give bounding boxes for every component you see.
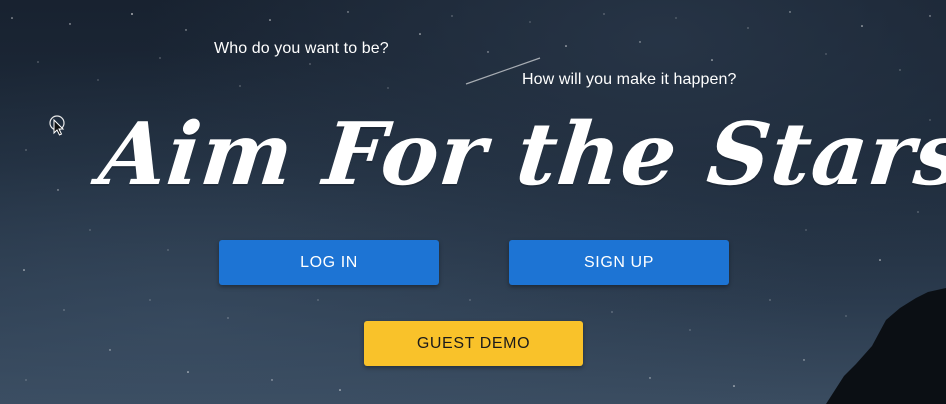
hero-title: Aim For the Stars. xyxy=(94,104,946,205)
guest-demo-button[interactable]: GUEST DEMO xyxy=(364,321,583,366)
mouse-cursor-icon xyxy=(49,115,65,136)
tagline-how: How will you make it happen? xyxy=(522,71,737,88)
tagline-who: Who do you want to be? xyxy=(214,40,389,57)
landing-hero: Who do you want to be? How will you make… xyxy=(0,0,946,404)
mountain-silhouette xyxy=(826,288,946,404)
signup-button[interactable]: SIGN UP xyxy=(509,240,729,285)
login-button[interactable]: LOG IN xyxy=(219,240,439,285)
